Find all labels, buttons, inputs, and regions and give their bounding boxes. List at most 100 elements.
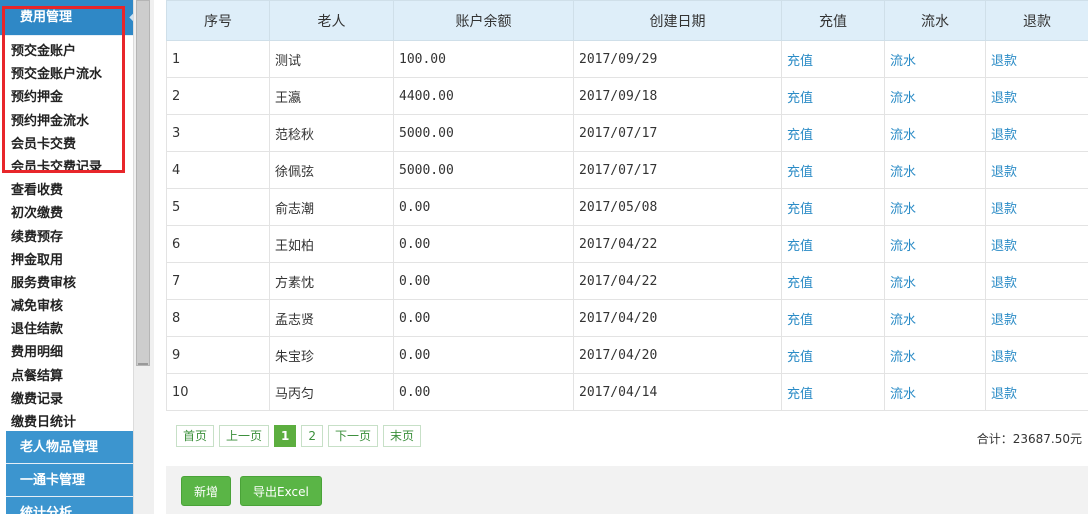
pager-page-2[interactable]: 2: [301, 425, 324, 447]
col-header-recharge: 充值: [781, 0, 885, 41]
recharge-link[interactable]: 充值: [781, 373, 885, 411]
sidebar-item-renewal-deposit[interactable]: 续费预存: [0, 226, 133, 249]
row-created-date: 2017/04/14: [573, 373, 782, 411]
pager-first[interactable]: 首页: [176, 425, 215, 447]
refund-link[interactable]: 退款: [985, 373, 1088, 411]
col-header-flow: 流水: [884, 0, 986, 41]
sidebar-item-fee-details[interactable]: 费用明细: [0, 341, 133, 364]
flow-link[interactable]: 流水: [884, 262, 986, 300]
refund-link[interactable]: 退款: [985, 40, 1088, 78]
scrollbar-thumb[interactable]: [136, 0, 150, 366]
sidebar-section-elder-items[interactable]: 老人物品管理: [6, 431, 133, 464]
sidebar-item-member-card-records[interactable]: 会员卡交费记录: [0, 156, 133, 179]
flow-link[interactable]: 流水: [884, 336, 986, 374]
pager-page-1[interactable]: 1: [274, 425, 297, 447]
row-created-date: 2017/09/18: [573, 77, 782, 115]
recharge-link[interactable]: 充值: [781, 40, 885, 78]
refund-link[interactable]: 退款: [985, 77, 1088, 115]
sidebar-section-fee-management[interactable]: 费用管理 ◆: [0, 0, 133, 36]
row-balance: 0.00: [393, 336, 574, 374]
col-header-created-date: 创建日期: [573, 0, 782, 41]
refund-link[interactable]: 退款: [985, 299, 1088, 337]
refund-link[interactable]: 退款: [985, 188, 1088, 226]
sidebar-item-reservation-deposit[interactable]: 预约押金: [0, 86, 133, 109]
sidebar-item-deposit-withdraw[interactable]: 押金取用: [0, 249, 133, 272]
row-created-date: 2017/04/20: [573, 299, 782, 337]
row-balance: 4400.00: [393, 77, 574, 115]
row-balance: 0.00: [393, 225, 574, 263]
refund-link[interactable]: 退款: [985, 114, 1088, 152]
recharge-link[interactable]: 充值: [781, 77, 885, 115]
recharge-link[interactable]: 充值: [781, 151, 885, 189]
pager-prev[interactable]: 上一页: [219, 425, 270, 447]
row-elder-name: 测试: [269, 40, 394, 78]
sidebar-item-payment-records[interactable]: 缴费记录: [0, 388, 133, 411]
col-header-elder: 老人: [269, 0, 394, 41]
sidebar-item-view-charges[interactable]: 查看收费: [0, 179, 133, 202]
recharge-link[interactable]: 充值: [781, 225, 885, 263]
row-elder-name: 王瀛: [269, 77, 394, 115]
flow-link[interactable]: 流水: [884, 299, 986, 337]
recharge-link[interactable]: 充值: [781, 262, 885, 300]
sidebar-section-statistics[interactable]: 统计分析: [6, 497, 133, 514]
sidebar-item-service-fee-review[interactable]: 服务费审核: [0, 272, 133, 295]
flow-link[interactable]: 流水: [884, 151, 986, 189]
row-index: 1: [166, 40, 270, 78]
refund-link[interactable]: 退款: [985, 262, 1088, 300]
account-table: 序号 老人 账户余额 创建日期 充值 流水 退款 1 测试 100.00 2017/0…: [166, 0, 1088, 411]
row-index: 9: [166, 336, 270, 374]
table-row: 6 王如柏 0.00 2017/04/22 充值 流水 退款: [166, 225, 1088, 263]
row-elder-name: 方素忱: [269, 262, 394, 300]
sidebar-item-prepaid-account-flow[interactable]: 预交金账户流水: [0, 63, 133, 86]
row-created-date: 2017/04/22: [573, 262, 782, 300]
sidebar-item-initial-payment[interactable]: 初次缴费: [0, 202, 133, 225]
sidebar-scrollbar[interactable]: [133, 0, 154, 514]
row-created-date: 2017/04/20: [573, 336, 782, 374]
sidebar-item-meal-settlement[interactable]: 点餐结算: [0, 365, 133, 388]
row-balance: 5000.00: [393, 151, 574, 189]
flow-link[interactable]: 流水: [884, 114, 986, 152]
recharge-link[interactable]: 充值: [781, 114, 885, 152]
refund-link[interactable]: 退款: [985, 151, 1088, 189]
row-created-date: 2017/05/08: [573, 188, 782, 226]
add-button[interactable]: 新增: [181, 476, 232, 506]
sidebar-lower-sections: 老人物品管理 一通卡管理 统计分析: [6, 431, 133, 514]
sidebar-item-checkout-settlement[interactable]: 退住结款: [0, 318, 133, 341]
pager-last[interactable]: 末页: [383, 425, 422, 447]
flow-link[interactable]: 流水: [884, 225, 986, 263]
export-excel-button[interactable]: 导出Excel: [240, 476, 322, 506]
row-elder-name: 俞志潮: [269, 188, 394, 226]
row-balance: 0.00: [393, 299, 574, 337]
table-row: 4 徐佩弦 5000.00 2017/07/17 充值 流水 退款: [166, 151, 1088, 189]
sidebar-item-prepaid-account[interactable]: 预交金账户: [0, 40, 133, 63]
refund-link[interactable]: 退款: [985, 225, 1088, 263]
total-amount: 合计：23687.50元: [976, 432, 1082, 446]
table-row: 3 范稔秋 5000.00 2017/07/17 充值 流水 退款: [166, 114, 1088, 152]
sidebar: 费用管理 ◆ 预交金账户 预交金账户流水 预约押金 预约押金流水 会员卡交费 会…: [0, 0, 133, 514]
recharge-link[interactable]: 充值: [781, 336, 885, 374]
col-header-refund: 退款: [985, 0, 1088, 41]
refund-link[interactable]: 退款: [985, 336, 1088, 374]
flow-link[interactable]: 流水: [884, 188, 986, 226]
row-balance: 0.00: [393, 373, 574, 411]
recharge-link[interactable]: 充值: [781, 299, 885, 337]
sidebar-item-reservation-deposit-flow[interactable]: 预约押金流水: [0, 110, 133, 133]
table-row: 9 朱宝珍 0.00 2017/04/20 充值 流水 退款: [166, 336, 1088, 374]
row-elder-name: 王如柏: [269, 225, 394, 263]
recharge-link[interactable]: 充值: [781, 188, 885, 226]
row-index: 5: [166, 188, 270, 226]
row-index: 2: [166, 77, 270, 115]
flow-link[interactable]: 流水: [884, 77, 986, 115]
table-row: 5 俞志潮 0.00 2017/05/08 充值 流水 退款: [166, 188, 1088, 226]
pager-next[interactable]: 下一页: [328, 425, 379, 447]
main-content: 序号 老人 账户余额 创建日期 充值 流水 退款 1 测试 100.00 2017/0…: [154, 0, 1088, 514]
table-body: 1 测试 100.00 2017/09/29 充值 流水 退款 2 王瀛 4400.00 2017/…: [166, 40, 1088, 411]
sidebar-section-label: 费用管理: [20, 10, 73, 25]
sidebar-item-member-card-payment[interactable]: 会员卡交费: [0, 133, 133, 156]
flow-link[interactable]: 流水: [884, 40, 986, 78]
row-created-date: 2017/04/22: [573, 225, 782, 263]
table-row: 8 孟志贤 0.00 2017/04/20 充值 流水 退款: [166, 299, 1088, 337]
sidebar-item-reduction-review[interactable]: 减免审核: [0, 295, 133, 318]
sidebar-section-one-card[interactable]: 一通卡管理: [6, 464, 133, 497]
flow-link[interactable]: 流水: [884, 373, 986, 411]
